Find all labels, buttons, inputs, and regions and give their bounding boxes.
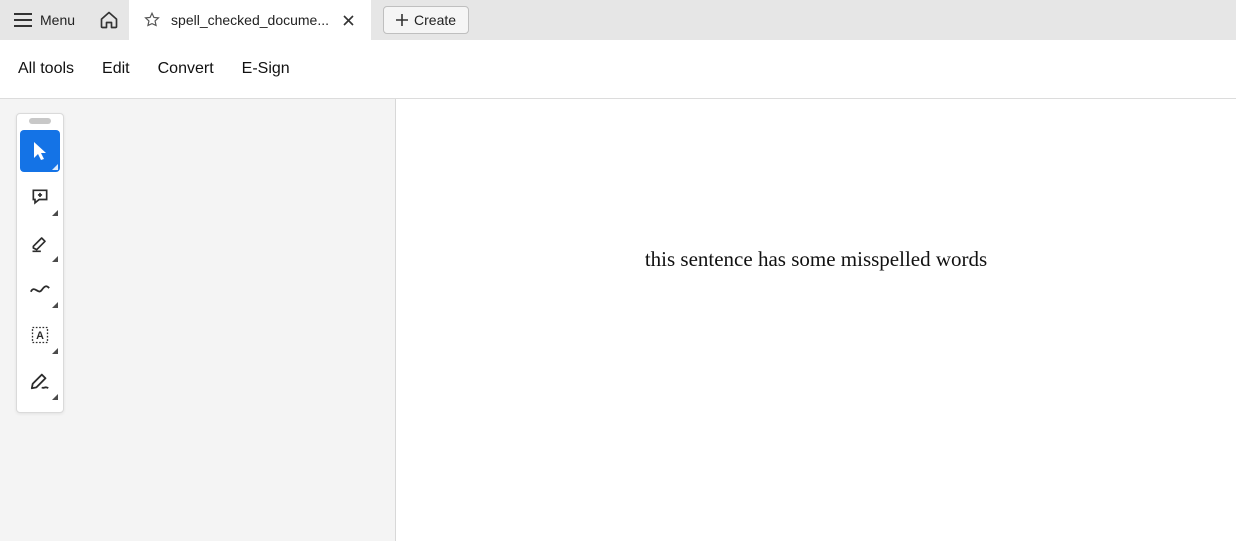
highlight-tool[interactable] (20, 222, 60, 264)
menu-label: Menu (40, 12, 75, 28)
tab-title: spell_checked_docume... (171, 12, 329, 28)
svg-text:A: A (36, 330, 44, 342)
palette-drag-handle[interactable] (29, 118, 51, 124)
secondary-menubar: All tools Edit Convert E-Sign (0, 40, 1236, 99)
text-select-tool[interactable]: A (20, 314, 60, 356)
document-tab[interactable]: spell_checked_docume... (129, 0, 371, 40)
menu-button[interactable]: Menu (0, 0, 89, 40)
create-label: Create (414, 12, 456, 28)
menu-convert[interactable]: Convert (158, 60, 214, 78)
submenu-indicator-icon (52, 164, 58, 170)
submenu-indicator-icon (52, 210, 58, 216)
document-body-text: this sentence has some misspelled words (645, 247, 987, 272)
comment-icon (30, 187, 50, 207)
cursor-icon (31, 140, 49, 162)
select-tool[interactable] (20, 130, 60, 172)
tab-close-button[interactable] (339, 11, 357, 29)
close-icon (343, 15, 354, 26)
sign-tool[interactable] (20, 360, 60, 402)
plus-icon (396, 14, 408, 26)
workspace: A this sentence has some misspelled word… (0, 99, 1236, 541)
signature-icon (29, 371, 51, 391)
menu-edit[interactable]: Edit (102, 60, 130, 78)
submenu-indicator-icon (52, 302, 58, 308)
comment-tool[interactable] (20, 176, 60, 218)
submenu-indicator-icon (52, 394, 58, 400)
submenu-indicator-icon (52, 348, 58, 354)
hamburger-icon (14, 13, 32, 27)
home-icon (99, 10, 119, 30)
highlighter-icon (30, 233, 50, 253)
tool-palette[interactable]: A (16, 113, 64, 413)
draw-tool[interactable] (20, 268, 60, 310)
menu-esign[interactable]: E-Sign (242, 60, 290, 78)
freehand-icon (29, 280, 51, 298)
create-button[interactable]: Create (383, 6, 469, 34)
text-select-icon: A (30, 325, 50, 345)
title-bar: Menu spell_checked_docume... Create (0, 0, 1236, 40)
star-icon[interactable] (143, 11, 161, 29)
menu-all-tools[interactable]: All tools (18, 60, 74, 78)
document-view[interactable]: this sentence has some misspelled words (396, 99, 1236, 541)
submenu-indicator-icon (52, 256, 58, 262)
left-panel: A (0, 99, 396, 541)
home-button[interactable] (89, 0, 129, 40)
